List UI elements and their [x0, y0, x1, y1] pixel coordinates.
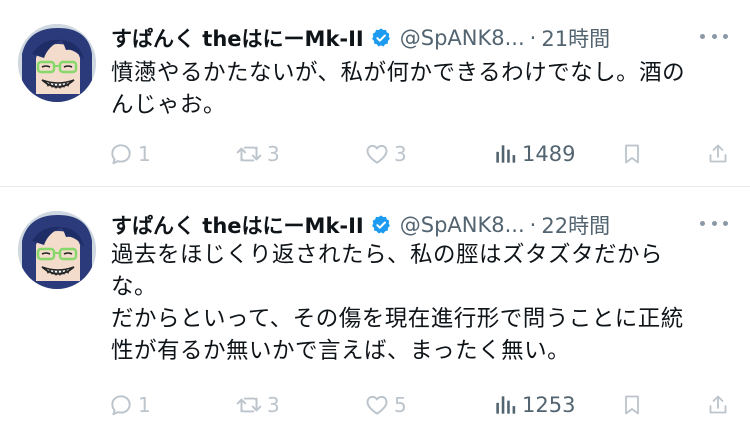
share-icon — [709, 395, 727, 414]
tweet-text-line: な。 — [111, 274, 158, 300]
timeline-feed: すぱんく theはにーMk-II @SpANK8... · 21時間 憤懣やるか… — [0, 0, 750, 424]
more-dots-icon[interactable] — [700, 26, 728, 46]
like-count: 3 — [394, 142, 407, 166]
bookmark-button[interactable] — [620, 137, 644, 171]
retweet-count: 3 — [267, 142, 280, 166]
tweet-text-line: だからといって、その傷を現在進行形で問うことに正統 — [111, 306, 684, 332]
like-button[interactable]: 5 — [364, 388, 407, 422]
verified-badge-icon — [370, 214, 392, 236]
tweet-header: すぱんく theはにーMk-II @SpANK8... · 22時間 — [111, 207, 610, 243]
timestamp[interactable]: 21時間 — [541, 23, 610, 53]
bookmark-button[interactable] — [620, 388, 644, 422]
avatar-illustration — [18, 24, 96, 102]
share-button[interactable] — [706, 388, 730, 422]
tweet-text: 過去をほじくり返されたら、私の脛はズタズタだから な。 だからといって、その傷を… — [111, 239, 731, 367]
share-button[interactable] — [706, 137, 730, 171]
like-count: 5 — [394, 393, 407, 417]
like-button[interactable]: 3 — [364, 137, 407, 171]
separator-dot: · — [529, 213, 537, 237]
retweet-button[interactable]: 3 — [235, 137, 280, 171]
display-name[interactable]: すぱんく theはにーMk-II — [111, 210, 364, 240]
retweet-icon — [236, 146, 262, 162]
reply-count: 1 — [138, 393, 151, 417]
bookmark-icon — [625, 395, 639, 415]
tweet-text-line: 性が有るか無いかで言えば、まったく無い。 — [111, 338, 571, 364]
tweet-text-line: 過去をほじくり返されたら、私の脛はズタズタだから — [111, 242, 664, 268]
views-count: 1253 — [522, 393, 576, 417]
views-button[interactable]: 1489 — [492, 137, 575, 171]
avatar[interactable] — [18, 211, 96, 289]
views-button[interactable]: 1253 — [492, 388, 575, 422]
separator-dot: · — [529, 26, 537, 50]
bar-chart-icon — [496, 145, 516, 163]
reply-button[interactable]: 1 — [108, 388, 151, 422]
avatar-illustration — [18, 211, 96, 289]
tweet[interactable]: すぱんく theはにーMk-II @SpANK8... · 22時間 過去をほじ… — [0, 187, 750, 424]
reply-bubble-icon — [111, 395, 131, 416]
views-count: 1489 — [522, 142, 576, 166]
handle[interactable]: @SpANK8... — [400, 26, 525, 50]
reply-count: 1 — [138, 142, 151, 166]
retweet-button[interactable]: 3 — [235, 388, 280, 422]
bookmark-icon — [625, 144, 639, 164]
heart-icon — [366, 395, 388, 415]
reply-bubble-icon — [111, 144, 131, 165]
verified-badge-icon — [370, 27, 392, 49]
display-name[interactable]: すぱんく theはにーMk-II — [111, 23, 364, 53]
reply-button[interactable]: 1 — [108, 137, 151, 171]
tweet-text-line: んじゃお。 — [111, 92, 227, 118]
more-dots-icon[interactable] — [700, 213, 728, 233]
tweet-actions: 1 3 3 1489 — [108, 137, 738, 171]
tweet-actions: 1 3 5 1253 — [108, 388, 738, 422]
share-icon — [709, 144, 727, 163]
avatar[interactable] — [18, 24, 96, 102]
retweet-icon — [236, 397, 262, 413]
heart-icon — [366, 144, 388, 164]
handle[interactable]: @SpANK8... — [400, 213, 525, 237]
timestamp[interactable]: 22時間 — [541, 210, 610, 240]
tweet[interactable]: すぱんく theはにーMk-II @SpANK8... · 21時間 憤懣やるか… — [0, 0, 750, 186]
tweet-header: すぱんく theはにーMk-II @SpANK8... · 21時間 — [111, 20, 610, 56]
bar-chart-icon — [496, 396, 516, 414]
tweet-text-line: 憤懣やるかたないが、私が何かできるわけでなし。酒の — [111, 60, 686, 86]
retweet-count: 3 — [267, 393, 280, 417]
tweet-text: 憤懣やるかたないが、私が何かできるわけでなし。酒の んじゃお。 — [111, 57, 731, 121]
